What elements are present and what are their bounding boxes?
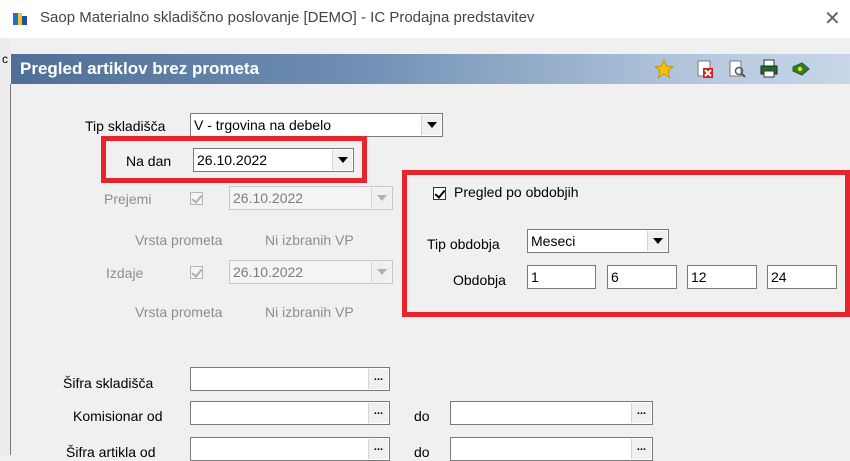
prejemi-vrsta-prometa-value: Ni izbranih VP	[265, 232, 354, 248]
background-window-strip: c	[0, 38, 10, 455]
delete-report-icon[interactable]	[695, 59, 715, 79]
prejemi-date-value: 26.10.2022	[233, 190, 304, 206]
highlight-na-dan	[101, 136, 367, 183]
izdaje-date-value: 26.10.2022	[233, 264, 304, 280]
sifra-skladisca-input[interactable]: ...	[190, 367, 390, 391]
sifra-artikla-od-input[interactable]: ...	[190, 437, 390, 461]
sifra-artikla-do-label: do	[414, 444, 430, 460]
izdaje-vrsta-prometa-label: Vrsta prometa	[135, 304, 223, 320]
izdaje-checkbox[interactable]	[190, 266, 203, 279]
close-button[interactable]: ✕	[824, 6, 841, 31]
komisionar-do-label: do	[414, 408, 430, 424]
form-header: Pregled artiklov brez prometa	[11, 54, 850, 84]
prejemi-date-picker[interactable]: 26.10.2022	[229, 186, 393, 210]
komisionar-do-input[interactable]: ...	[450, 401, 653, 425]
komisionar-od-input[interactable]: ...	[190, 401, 390, 425]
lookup-button[interactable]: ...	[368, 403, 388, 423]
preview-icon[interactable]	[727, 59, 747, 79]
background-window-letter: c	[2, 52, 8, 66]
highlight-obdobja	[402, 170, 850, 317]
tip-skladisca-select[interactable]: V - trgovina na debelo	[190, 113, 443, 137]
window-titlebar: Saop Materialno skladiščno poslovanje [D…	[0, 0, 850, 38]
sifra-artikla-do-input[interactable]: ...	[450, 437, 653, 461]
lookup-button[interactable]: ...	[631, 439, 651, 459]
app-icon	[13, 13, 27, 25]
tip-skladisca-label: Tip skladišča	[85, 118, 166, 134]
izdaje-date-picker[interactable]: 26.10.2022	[229, 260, 393, 284]
exit-icon[interactable]	[791, 59, 811, 79]
form-title: Pregled artiklov brez prometa	[20, 59, 260, 78]
izdaje-vrsta-prometa-value: Ni izbranih VP	[265, 304, 354, 320]
lookup-button[interactable]: ...	[368, 369, 388, 389]
print-icon[interactable]	[759, 59, 779, 79]
star-icon[interactable]	[654, 59, 674, 79]
sifra-artikla-od-label: Šifra artikla od	[66, 444, 156, 460]
komisionar-od-label: Komisionar od	[73, 408, 163, 424]
lookup-button[interactable]: ...	[631, 403, 651, 423]
prejemi-checkbox[interactable]	[190, 192, 203, 205]
prejemi-label: Prejemi	[104, 191, 152, 207]
chevron-down-icon[interactable]	[371, 262, 391, 282]
prejemi-vrsta-prometa-label: Vrsta prometa	[135, 232, 223, 248]
tip-skladisca-value: V - trgovina na debelo	[194, 117, 331, 133]
form-left-border	[10, 84, 11, 455]
sifra-skladisca-label: Šifra skladišča	[63, 375, 154, 391]
lookup-button[interactable]: ...	[368, 439, 388, 459]
chevron-down-icon[interactable]	[371, 188, 391, 208]
izdaje-label: Izdaje	[106, 265, 144, 281]
chevron-down-icon[interactable]	[421, 115, 441, 135]
window-title: Saop Materialno skladiščno poslovanje [D…	[40, 9, 535, 26]
